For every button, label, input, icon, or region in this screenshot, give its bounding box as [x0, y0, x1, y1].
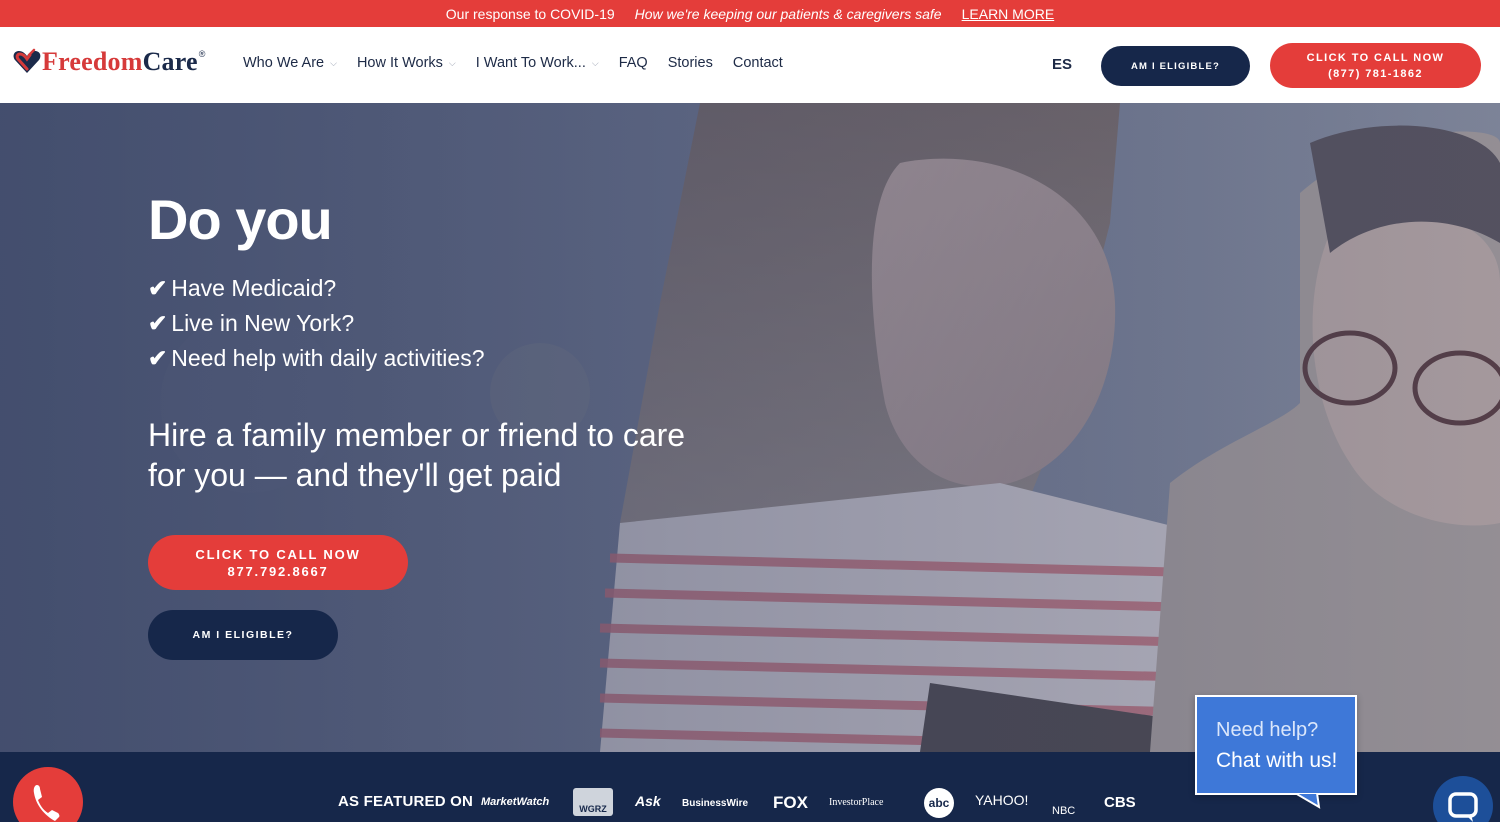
chat-prompt-bubble[interactable]: Need help? Chat with us!	[1195, 695, 1357, 795]
ask-logo: Ask	[635, 793, 661, 809]
checklist-text: Live in New York?	[171, 310, 355, 336]
fox-logo: FOX	[773, 793, 808, 812]
chat-prompt-line1: Need help?	[1216, 719, 1319, 741]
nav-label: How It Works	[356, 55, 443, 71]
call-button-label: CLICK TO CALL NOW	[195, 546, 361, 562]
banner-title: Our response to COVID-19	[445, 5, 615, 22]
hero-checklist: ✔ Have Medicaid? ✔ Live in New York? ✔ Need…	[148, 271, 485, 376]
nav-faq[interactable]: FAQ	[619, 55, 648, 71]
banner-subtitle: How we're keeping our patients & caregiv…	[634, 5, 942, 22]
logo-registered-mark: ®	[198, 49, 206, 59]
language-toggle[interactable]: ES	[1052, 56, 1072, 73]
phone-icon	[33, 785, 60, 821]
businesswire-logo: BusinessWire	[682, 798, 749, 809]
checklist-item: ✔ Live in New York?	[148, 306, 485, 341]
call-button-phone: 877.792.8667	[227, 563, 329, 579]
freedomcare-logo[interactable]: FreedomCare ®	[12, 47, 205, 77]
hero-call-button[interactable]: CLICK TO CALL NOW 877.792.8667	[148, 535, 408, 590]
site-header: FreedomCare ® Who We Are ⌵ How It Works ⌵ …	[0, 27, 1500, 103]
chat-prompt-line2: Chat with us!	[1216, 749, 1338, 772]
hero-subtitle-line: Hire a family member or friend to care	[148, 417, 686, 453]
nav-stories[interactable]: Stories	[668, 55, 713, 71]
chat-bubble-tail	[1295, 793, 1321, 809]
header-call-button[interactable]: CLICK TO CALL NOW (877) 781-1862	[1270, 43, 1481, 88]
chevron-down-icon: ⌵	[448, 57, 456, 68]
chat-icon	[1448, 792, 1478, 822]
investorplace-logo: InvestorPlace	[829, 797, 884, 808]
hero-subtitle-line: for you — and they'll get paid	[148, 457, 562, 493]
checklist-item: ✔ Need help with daily activities?	[148, 341, 485, 376]
chevron-down-icon: ⌵	[330, 57, 337, 68]
header-eligible-button[interactable]: AM I ELIGIBLE?	[1101, 46, 1250, 86]
hero-title: Do you	[148, 188, 333, 251]
covid-banner: Our response to COVID-19 How we're keepi…	[0, 0, 1500, 27]
call-button-phone: (877) 781-1862	[1328, 67, 1423, 80]
wgrz-logo: WGRZ	[573, 788, 613, 816]
nav-label: I Want To Work...	[475, 55, 586, 71]
checklist-text: Need help with daily activities?	[171, 345, 485, 371]
main-nav: Who We Are ⌵ How It Works ⌵ I Want To Work…	[243, 55, 803, 71]
hero-section: Do you ✔ Have Medicaid? ✔ Live in New York…	[0, 103, 1500, 752]
chevron-down-icon: ⌵	[591, 57, 599, 68]
checklist-text: Have Medicaid?	[171, 275, 337, 301]
marketwatch-logo: MarketWatch	[481, 796, 550, 808]
learn-more-link[interactable]: LEARN MORE	[962, 6, 1055, 22]
call-button-label: CLICK TO CALL NOW	[1306, 51, 1445, 64]
nav-label: Stories	[667, 55, 713, 71]
nav-label: FAQ	[618, 55, 648, 71]
nav-label: Who We Are	[243, 55, 325, 71]
nav-contact[interactable]: Contact	[733, 55, 783, 71]
checkmark-icon: ✔	[148, 345, 168, 371]
hero-eligible-button[interactable]: AM I ELIGIBLE?	[148, 610, 338, 660]
nbc-logo: NBC	[1052, 805, 1076, 817]
abc-logo: abc	[924, 788, 954, 818]
logo-care-text: Care	[142, 47, 198, 76]
yahoo-logo: YAHOO!	[975, 792, 1029, 808]
checklist-item: ✔ Have Medicaid?	[148, 271, 485, 306]
cbs-logo: CBS	[1104, 794, 1136, 811]
nav-i-want-to-work[interactable]: I Want To Work... ⌵	[476, 55, 599, 71]
heart-logo-icon	[13, 48, 41, 73]
hero-subtitle: Hire a family member or friend to care f…	[148, 415, 748, 495]
nav-how-it-works[interactable]: How It Works ⌵	[357, 55, 456, 71]
nav-label: Contact	[732, 55, 783, 71]
logo-wordmark: FreedomCare	[42, 47, 198, 77]
nav-who-we-are[interactable]: Who We Are ⌵	[243, 55, 337, 71]
chat-fab[interactable]	[1433, 776, 1493, 822]
checkmark-icon: ✔	[148, 310, 168, 336]
logo-freedom-text: Freedom	[42, 47, 143, 76]
checkmark-icon: ✔	[148, 275, 168, 301]
phone-call-fab[interactable]	[13, 767, 83, 822]
featured-label: AS FEATURED ON	[338, 793, 474, 810]
